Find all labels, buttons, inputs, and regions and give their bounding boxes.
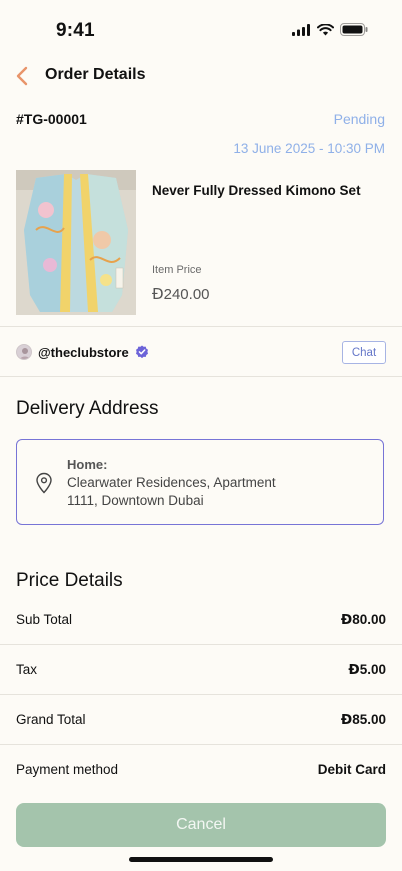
address-line-1: Clearwater Residences, Apartment bbox=[67, 475, 276, 490]
price-row-label: Grand Total bbox=[16, 712, 86, 727]
back-chevron-icon[interactable] bbox=[14, 66, 32, 86]
price-row-grand-total: Grand Total Đ85.00 bbox=[16, 712, 386, 732]
price-row-subtotal: Sub Total Đ80.00 bbox=[16, 612, 386, 632]
item-price-label: Item Price bbox=[152, 264, 202, 276]
price-row-amount: 5.00 bbox=[359, 662, 386, 677]
header: Order Details bbox=[0, 60, 402, 92]
order-status-badge: Pending bbox=[333, 111, 385, 127]
currency-symbol: Đ bbox=[152, 285, 164, 303]
store-avatar bbox=[16, 344, 32, 360]
order-date: 13 June 2025 - 10:30 PM bbox=[233, 141, 385, 156]
divider bbox=[0, 376, 402, 377]
kimono-image bbox=[16, 170, 136, 315]
price-row-tax: Tax Đ5.00 bbox=[16, 662, 386, 682]
divider bbox=[0, 694, 402, 695]
price-row-value: Đ80.00 bbox=[341, 612, 386, 628]
price-row-value: Debit Card bbox=[317, 762, 386, 777]
price-row-amount: 80.00 bbox=[352, 612, 386, 627]
price-details-title: Price Details bbox=[16, 570, 123, 591]
price-row-value: Đ5.00 bbox=[348, 662, 386, 678]
page-title: Order Details bbox=[45, 66, 146, 83]
verified-badge-icon bbox=[135, 345, 148, 359]
divider bbox=[0, 744, 402, 745]
signal-icon bbox=[292, 23, 310, 36]
price-row-amount: 85.00 bbox=[352, 712, 386, 727]
battery-icon bbox=[340, 23, 368, 36]
item-price-value: 240.00 bbox=[163, 286, 210, 303]
price-row-value: Đ85.00 bbox=[341, 712, 386, 728]
address-label: Home: bbox=[67, 457, 108, 472]
order-id: #TG-00001 bbox=[16, 111, 87, 127]
store-name[interactable]: @theclubstore bbox=[38, 345, 129, 360]
delivery-address-title: Delivery Address bbox=[16, 398, 159, 419]
home-indicator[interactable] bbox=[129, 857, 273, 862]
currency-symbol: Đ bbox=[340, 612, 353, 628]
chat-button[interactable]: Chat bbox=[342, 341, 386, 364]
item-price: Đ240.00 bbox=[152, 285, 210, 303]
product-name[interactable]: Never Fully Dressed Kimono Set bbox=[152, 183, 361, 198]
price-row-payment-method: Payment method Debit Card bbox=[16, 762, 386, 782]
store-row[interactable]: @theclubstore bbox=[16, 341, 149, 363]
address-card[interactable]: Home: Clearwater Residences, Apartment 1… bbox=[16, 439, 384, 525]
location-pin-icon bbox=[36, 472, 52, 494]
divider bbox=[0, 644, 402, 645]
wifi-icon bbox=[317, 23, 334, 35]
currency-symbol: Đ bbox=[348, 662, 360, 678]
address-line-2: 1111, Downtown Dubai bbox=[67, 493, 204, 508]
product-image[interactable] bbox=[16, 170, 136, 315]
cancel-button[interactable]: Cancel bbox=[16, 803, 386, 847]
price-row-label: Payment method bbox=[16, 762, 119, 777]
price-row-label: Sub Total bbox=[16, 612, 73, 627]
status-icons bbox=[292, 23, 368, 36]
price-row-label: Tax bbox=[16, 662, 38, 677]
divider bbox=[0, 326, 402, 327]
currency-symbol: Đ bbox=[340, 712, 353, 728]
status-time: 9:41 bbox=[56, 20, 95, 41]
status-bar: 9:41 bbox=[0, 0, 402, 56]
